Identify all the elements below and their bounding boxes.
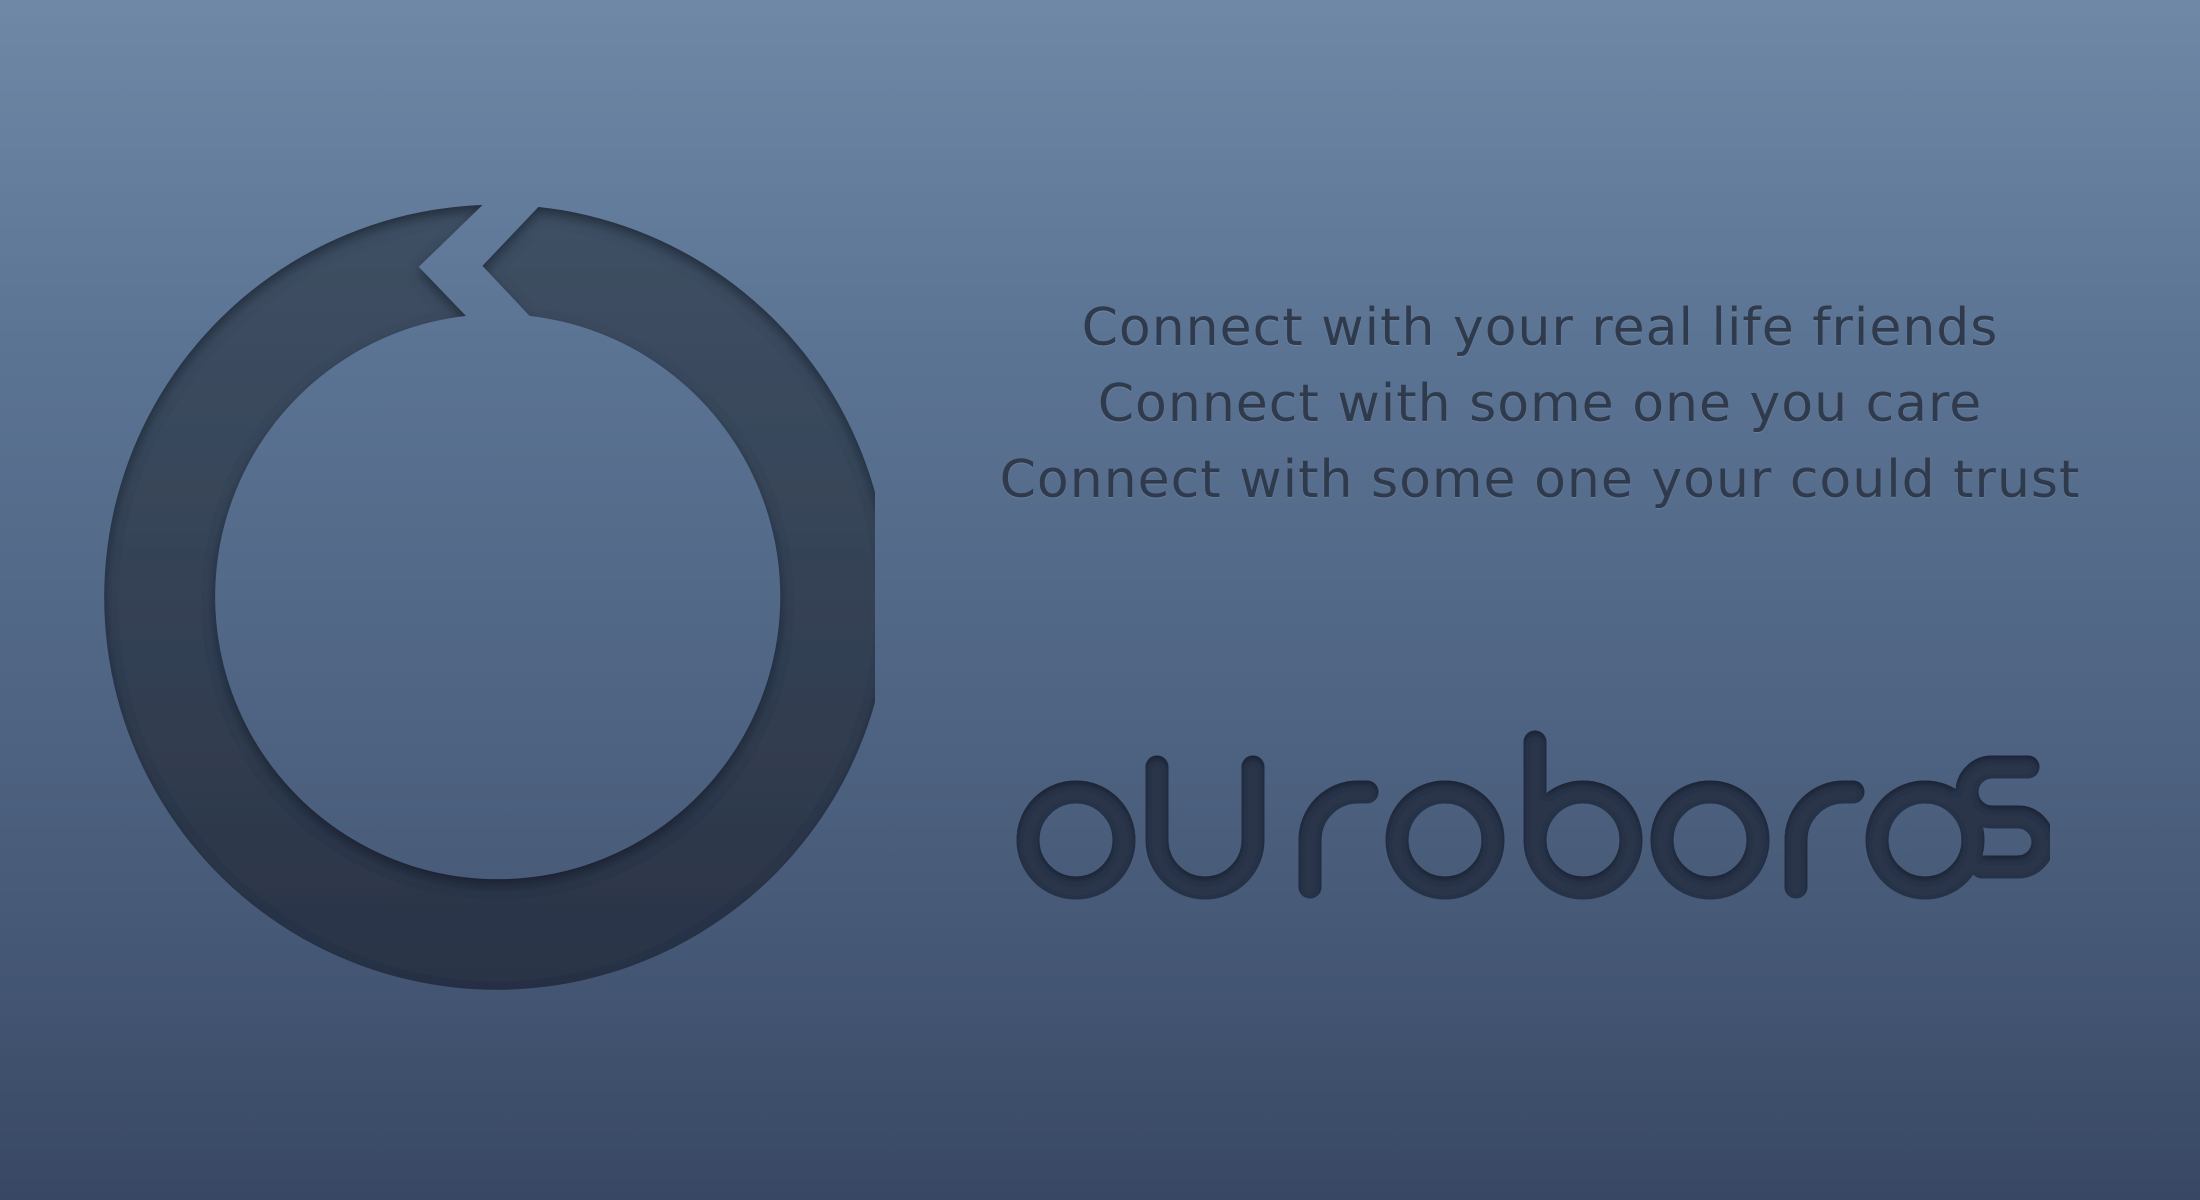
- brand-wordmark: ouroboros: [1016, 730, 2050, 900]
- ouroboros-ring-icon: [104, 205, 875, 990]
- tagline-group: Connect with your real life friends Conn…: [940, 290, 2140, 518]
- tagline-someone-you-trust: Connect with some one your could trust: [999, 450, 2081, 510]
- tagline-someone-you-care: Connect with some one you care: [1097, 374, 1983, 434]
- logo-ring-shape: [104, 205, 875, 990]
- tagline-real-life-friends: Connect with your real life friends: [1081, 298, 1999, 358]
